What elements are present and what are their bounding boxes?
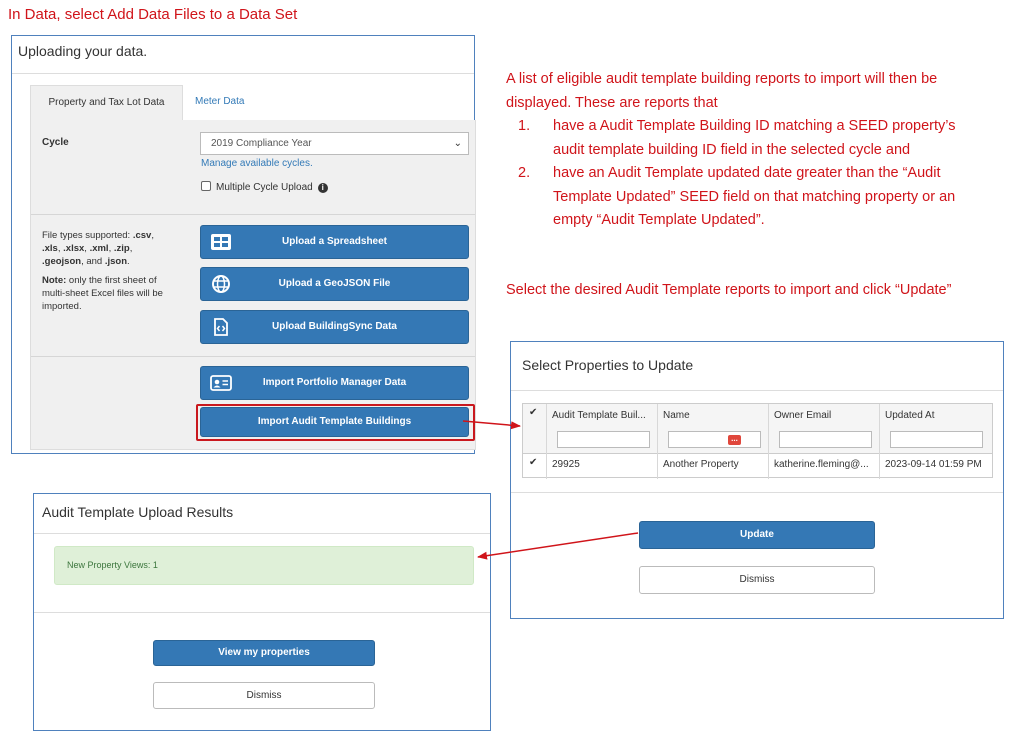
cell-email: katherine.fleming@... (774, 459, 869, 470)
divider (511, 492, 1003, 493)
dismiss-button[interactable]: Dismiss (153, 682, 375, 709)
multiple-cycle-option[interactable]: Multiple Cycle Upload i (201, 181, 328, 193)
panel-title: Uploading your data. (18, 43, 148, 59)
cycle-label: Cycle (42, 137, 69, 148)
divider (511, 390, 1003, 391)
grid-column-select: ✔ ✔ (523, 404, 547, 479)
filetype: .geojson (42, 256, 82, 267)
chevron-down-icon: ⌄ (453, 138, 462, 149)
info-icon[interactable]: i (317, 183, 328, 193)
divider (34, 612, 490, 613)
filetype: .xml (89, 243, 109, 254)
divider (12, 73, 474, 74)
annotation-intro: A list of eligible audit template buildi… (506, 71, 938, 111)
multiple-cycle-label: Multiple Cycle Upload (216, 182, 313, 193)
cell-updated: 2023-09-14 01:59 PM (885, 459, 982, 470)
grid-column-at-id: Audit Template Buil... 29925 (547, 404, 658, 479)
update-button[interactable]: Update (639, 521, 875, 549)
row-check-icon[interactable]: ✔ (529, 457, 537, 468)
upload-results-dialog: Audit Template Upload Results New Proper… (33, 493, 491, 731)
multiple-cycle-checkbox[interactable] (201, 181, 211, 191)
dialog-title: Audit Template Upload Results (42, 504, 234, 520)
cell-name: Another Property (663, 459, 739, 470)
grid-column-name: Name ... Another Property (658, 404, 769, 479)
filetype: .json (104, 256, 128, 267)
dismiss-button[interactable]: Dismiss (639, 566, 875, 594)
tab-property-taxlot[interactable]: Property and Tax Lot Data (30, 85, 183, 120)
upload-buildingsync-label: Upload BuildingSync Data (271, 321, 397, 332)
column-header[interactable]: Name (663, 410, 690, 421)
filter-input[interactable] (779, 431, 872, 448)
column-header[interactable]: Updated At (885, 410, 934, 421)
cell-id: 29925 (552, 459, 580, 470)
table-icon (211, 234, 231, 250)
import-portfolio-manager-label: Import Portfolio Manager Data (262, 377, 407, 388)
upload-panel: Uploading your data. Property and Tax Lo… (11, 35, 476, 454)
upload-geojson-label: Upload a GeoJSON File (278, 278, 391, 289)
upload-spreadsheet-button[interactable]: Upload a Spreadsheet (200, 225, 469, 259)
annotation-item: 1. have a Audit Template Building ID mat… (506, 115, 986, 162)
filetype: .zip (113, 243, 130, 254)
filter-input[interactable]: ... (668, 431, 761, 448)
filetype: .xlsx (63, 243, 85, 254)
cycle-select-value: 2019 Compliance Year (211, 138, 312, 149)
upload-geojson-button[interactable]: Upload a GeoJSON File (200, 267, 469, 301)
tab-body: Cycle 2019 Compliance Year ⌄ Manage avai… (30, 120, 476, 450)
note-label: Note: (42, 275, 67, 286)
filetype: .csv (132, 230, 152, 241)
column-header[interactable]: Audit Template Buil... (552, 410, 646, 421)
annotation-item-text: have a Audit Template Building ID matchi… (553, 118, 956, 158)
view-properties-button[interactable]: View my properties (153, 640, 375, 666)
cycle-select[interactable]: 2019 Compliance Year ⌄ (200, 132, 469, 155)
select-properties-dialog: Select Properties to Update ✔ ✔ Audit Te… (510, 341, 1004, 619)
divider (31, 214, 475, 215)
select-caption: Select the desired Audit Template report… (506, 282, 952, 298)
divider (31, 356, 475, 357)
filetypes-info: File types supported: .csv, .xls, .xlsx,… (42, 230, 163, 312)
highlight-box (196, 404, 475, 441)
grid-column-email: Owner Email katherine.fleming@... (769, 404, 880, 479)
grid-column-updated: Updated At 2023-09-14 01:59 PM (880, 404, 992, 479)
manage-cycles-link[interactable]: Manage available cycles. (201, 158, 313, 169)
properties-grid: ✔ ✔ Audit Template Buil... 29925 Name ..… (522, 403, 993, 479)
dialog-title: Select Properties to Update (522, 357, 694, 373)
more-dots-icon[interactable]: ... (728, 435, 741, 445)
code-file-icon (214, 318, 228, 336)
id-card-icon (210, 375, 232, 391)
filetypes-prefix: File types supported: (42, 230, 133, 241)
upload-buildingsync-button[interactable]: Upload BuildingSync Data (200, 310, 469, 344)
annotation-text: A list of eligible audit template buildi… (506, 68, 986, 233)
filter-input[interactable] (557, 431, 650, 448)
import-portfolio-manager-button[interactable]: Import Portfolio Manager Data (200, 366, 469, 400)
divider (34, 533, 490, 534)
filter-input[interactable] (890, 431, 983, 448)
filetype: .xls (42, 243, 58, 254)
top-caption: In Data, select Add Data Files to a Data… (8, 6, 298, 23)
annotation-item: 2. have an Audit Template updated date g… (506, 162, 986, 233)
annotation-item-number: 2. (518, 165, 531, 181)
success-message: New Property Views: 1 (54, 546, 474, 585)
tab-meter-data[interactable]: Meter Data (183, 85, 256, 120)
globe-icon (212, 275, 230, 293)
upload-spreadsheet-label: Upload a Spreadsheet (281, 236, 388, 247)
select-all-check-icon[interactable]: ✔ (529, 407, 537, 418)
annotation-item-number: 1. (518, 118, 531, 134)
annotation-item-text: have an Audit Template updated date grea… (553, 165, 956, 228)
column-header[interactable]: Owner Email (774, 410, 831, 421)
